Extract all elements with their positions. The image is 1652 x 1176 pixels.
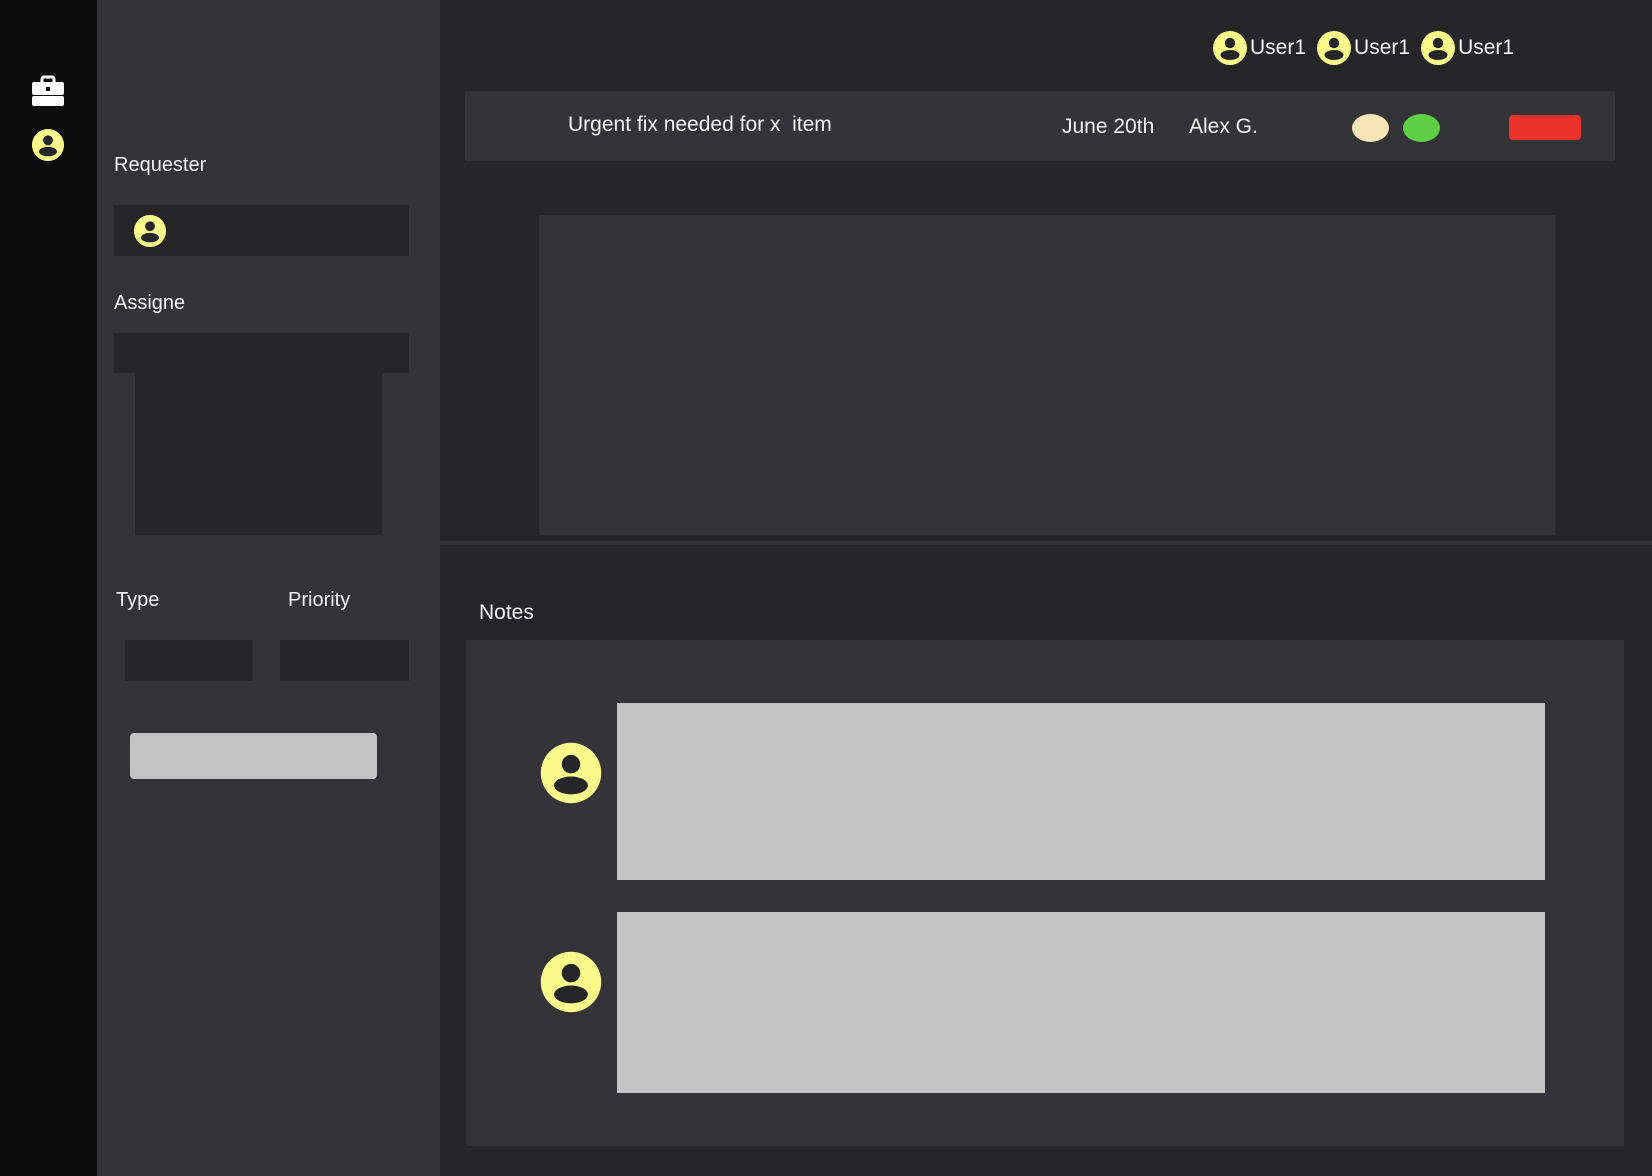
ticket-detail-panel: Requester Assigne Type Priority	[97, 0, 440, 1176]
notes-heading: Notes	[479, 601, 534, 624]
status-indicator-green[interactable]	[1403, 114, 1440, 142]
user-icon	[1316, 30, 1352, 66]
note-item[interactable]	[617, 703, 1545, 880]
user-icon	[1420, 30, 1456, 66]
participant-user-2[interactable]: User1	[1316, 30, 1410, 66]
participant-name: User1	[1458, 36, 1515, 59]
priority-select[interactable]	[280, 640, 409, 681]
icon-rail	[0, 0, 97, 1176]
ticket-description-area[interactable]	[539, 215, 1555, 535]
ticket-date: June 20th	[1062, 115, 1155, 138]
requester-label: Requester	[114, 154, 207, 176]
requester-field[interactable]	[114, 205, 409, 256]
user-icon[interactable]	[31, 128, 65, 162]
participant-user-1[interactable]: User1	[1212, 30, 1306, 66]
note-item[interactable]	[617, 912, 1545, 1093]
type-label: Type	[116, 589, 160, 611]
assignee-dropdown-list[interactable]	[135, 372, 382, 535]
type-select[interactable]	[125, 640, 253, 681]
assignee-label: Assigne	[114, 292, 186, 314]
briefcase-icon[interactable]	[31, 75, 65, 109]
submit-button[interactable]	[130, 733, 377, 779]
ticket-header-row[interactable]: Urgent fix needed for x item June 20th A…	[465, 91, 1615, 161]
priority-label: Priority	[288, 589, 351, 611]
section-divider	[440, 541, 1652, 545]
status-indicator-cream[interactable]	[1352, 114, 1389, 142]
ticket-author: Alex G.	[1189, 115, 1258, 138]
user-icon	[539, 950, 603, 1014]
participant-name: User1	[1250, 36, 1307, 59]
participant-user-3[interactable]: User1	[1420, 30, 1514, 66]
assignee-select[interactable]	[114, 333, 409, 373]
participant-list: User1 User1 User1	[1212, 28, 1524, 68]
user-icon	[539, 741, 603, 805]
ticket-title: Urgent fix needed for x item	[568, 113, 832, 136]
user-icon	[133, 214, 167, 248]
participant-name: User1	[1354, 36, 1411, 59]
delete-button[interactable]	[1509, 115, 1581, 140]
user-icon	[1212, 30, 1248, 66]
notes-panel	[466, 640, 1624, 1146]
